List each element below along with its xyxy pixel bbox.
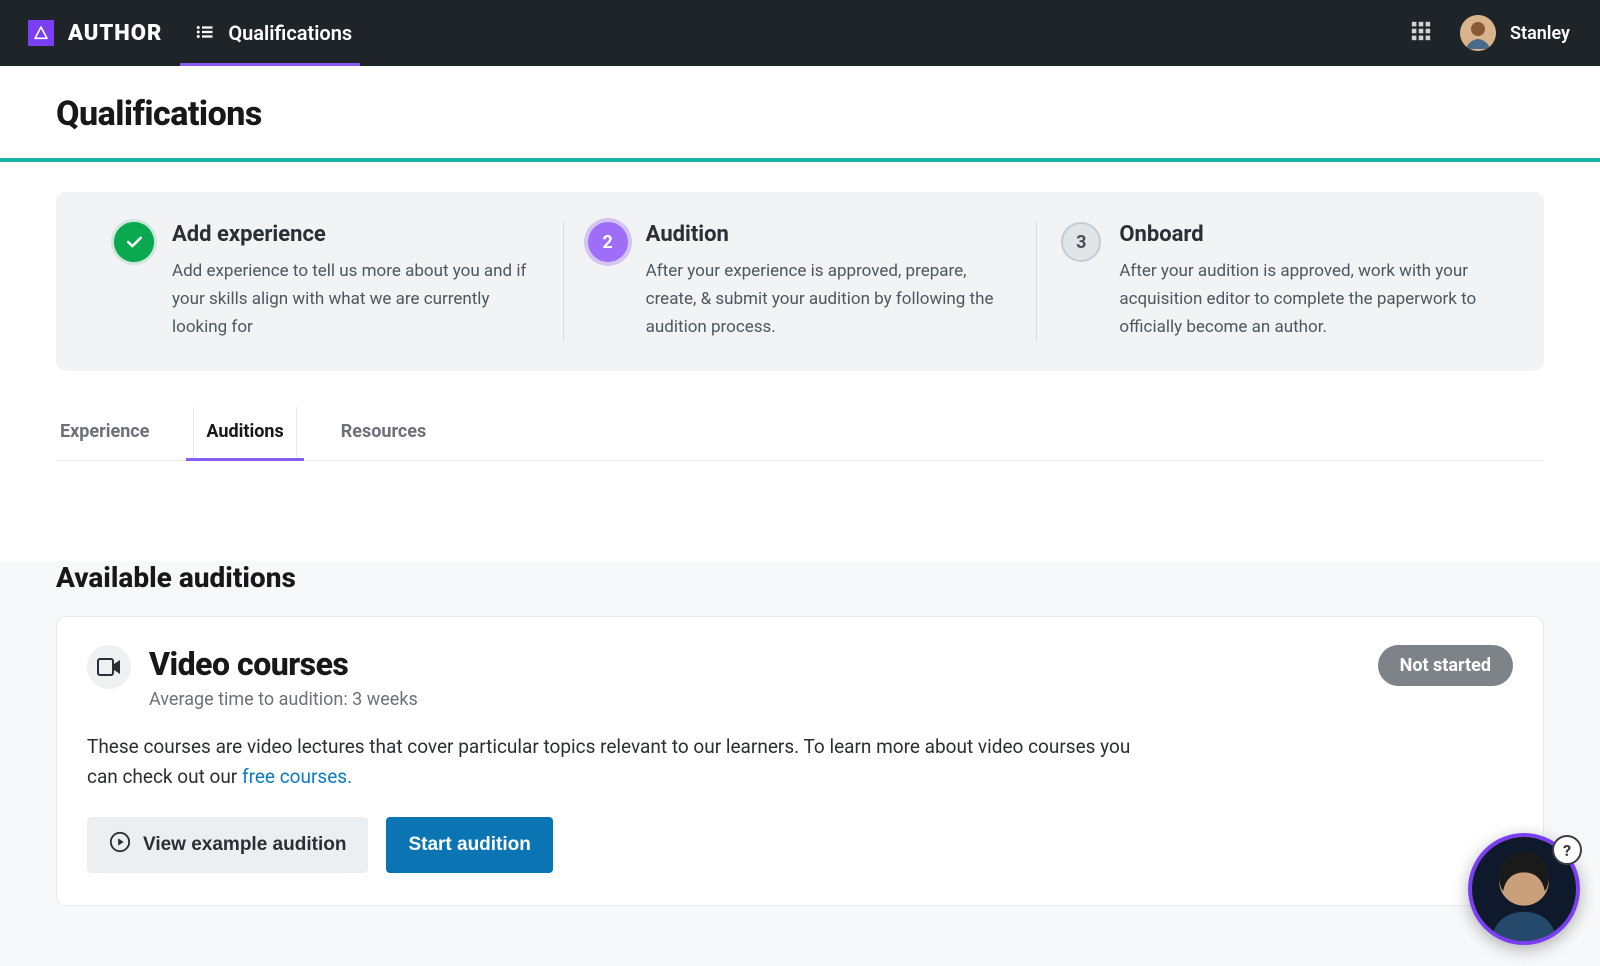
- steps-card: Add experience Add experience to tell us…: [56, 192, 1544, 371]
- tab-panel-auditions: Available auditions Video courses Averag…: [0, 561, 1600, 966]
- audition-title: Video courses: [149, 645, 418, 683]
- step-desc: Add experience to tell us more about you…: [172, 257, 539, 341]
- audition-description: These courses are video lectures that co…: [87, 732, 1147, 791]
- status-badge: Not started: [1378, 645, 1513, 686]
- page-header: Qualifications: [0, 66, 1600, 158]
- step-badge-3: 3: [1061, 222, 1101, 262]
- step-title: Onboard: [1119, 222, 1486, 247]
- free-courses-link[interactable]: free courses.: [242, 765, 352, 788]
- brand[interactable]: AUTHOR: [28, 20, 162, 46]
- tab-resources[interactable]: Resources: [337, 407, 431, 460]
- check-icon: [114, 222, 154, 262]
- brand-name: AUTHOR: [68, 21, 162, 46]
- avatar: [1460, 15, 1496, 51]
- help-icon[interactable]: ?: [1552, 835, 1582, 865]
- step-desc: After your audition is approved, work wi…: [1119, 257, 1486, 341]
- step-onboard: 3 Onboard After your audition is approve…: [1036, 222, 1510, 341]
- breadcrumb-label: Qualifications: [228, 21, 352, 45]
- tabs: Experience Auditions Resources: [56, 407, 1544, 461]
- section-title: Available auditions: [56, 561, 1544, 594]
- step-desc: After your experience is approved, prepa…: [646, 257, 1013, 341]
- topbar: AUTHOR Qualifications Stanley: [0, 0, 1600, 66]
- step-add-experience: Add experience Add experience to tell us…: [90, 222, 563, 341]
- audition-actions: View example audition Start audition: [87, 817, 1513, 873]
- tab-auditions[interactable]: Auditions: [193, 407, 296, 460]
- step-title: Audition: [646, 222, 1013, 247]
- step-badge-2: 2: [588, 222, 628, 262]
- tab-experience[interactable]: Experience: [56, 407, 153, 460]
- user-name: Stanley: [1510, 23, 1570, 44]
- audition-card: Video courses Average time to audition: …: [56, 616, 1544, 906]
- list-icon: [196, 24, 214, 43]
- step-audition: 2 Audition After your experience is appr…: [563, 222, 1037, 341]
- play-circle-icon: [109, 831, 131, 859]
- start-audition-button[interactable]: Start audition: [386, 817, 552, 873]
- start-audition-label: Start audition: [408, 834, 530, 856]
- view-example-label: View example audition: [143, 834, 346, 856]
- breadcrumb-underline: [180, 63, 360, 66]
- audition-subtitle: Average time to audition: 3 weeks: [149, 689, 418, 710]
- view-example-button[interactable]: View example audition: [87, 817, 368, 873]
- brand-logo-icon: [28, 20, 54, 46]
- step-title: Add experience: [172, 222, 539, 247]
- video-icon: [87, 645, 131, 689]
- apps-icon[interactable]: [1410, 20, 1432, 46]
- topbar-right: Stanley: [1410, 15, 1570, 51]
- content: Add experience Add experience to tell us…: [0, 162, 1600, 521]
- user-menu[interactable]: Stanley: [1460, 15, 1570, 51]
- breadcrumb[interactable]: Qualifications: [196, 0, 352, 66]
- page-title: Qualifications: [56, 94, 1544, 134]
